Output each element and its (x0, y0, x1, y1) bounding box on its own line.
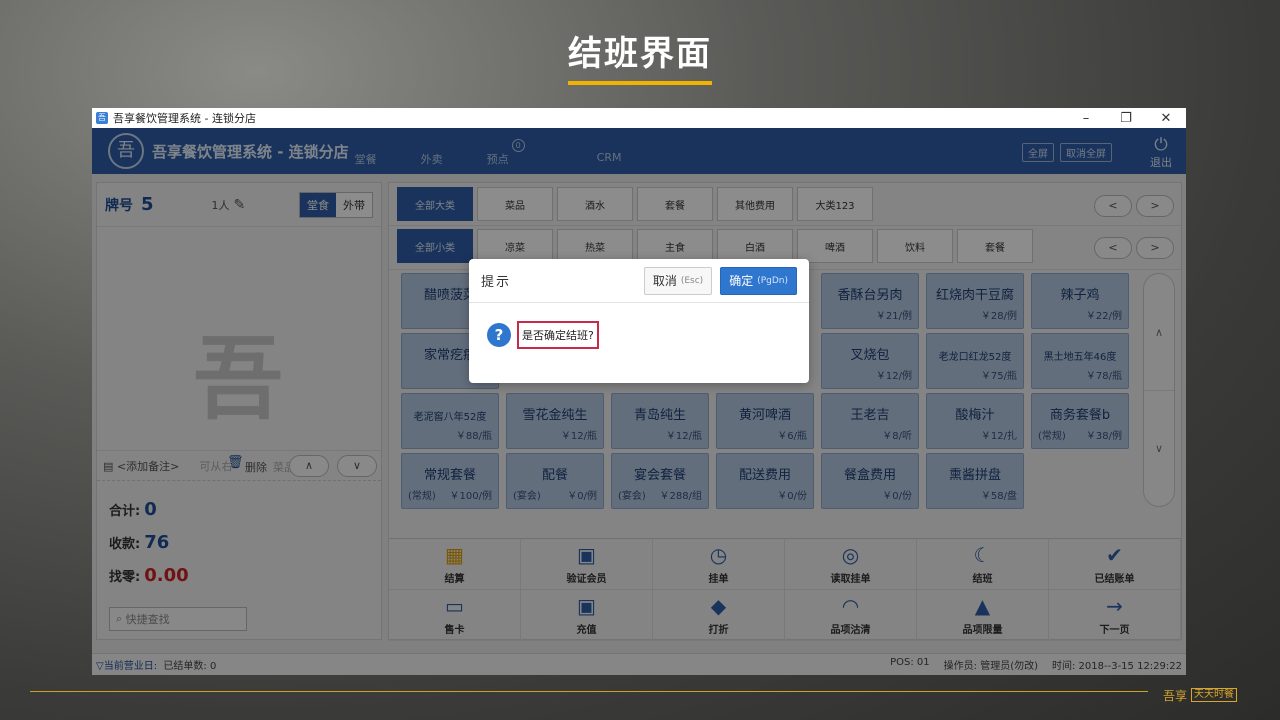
confirm-shift-dialog: 提示 取消 (Esc) 确定 (PgDn) ? 是否确定结班? (469, 259, 809, 383)
dialog-header: 提示 取消 (Esc) 确定 (PgDn) (469, 259, 809, 303)
corner-brand-a: 吾享 (1163, 688, 1188, 703)
close-button[interactable]: ✕ (1146, 111, 1186, 126)
dialog-body: ? 是否确定结班? (469, 303, 809, 349)
corner-brand-logo: 吾享 天天时餐 (1163, 682, 1253, 708)
corner-brand-b: 天天时餐 (1191, 688, 1238, 702)
confirm-shortcut: (PgDn) (757, 275, 788, 286)
modal-overlay (92, 128, 1186, 675)
restore-button[interactable]: ❐ (1106, 111, 1146, 126)
confirm-button[interactable]: 确定 (PgDn) (720, 266, 797, 295)
slide-title: 结班界面 (0, 26, 1280, 85)
dialog-title: 提示 (481, 275, 512, 290)
cancel-button[interactable]: 取消 (Esc) (643, 266, 713, 295)
cancel-shortcut: (Esc) (680, 275, 704, 286)
app-window: 吾 吾享餐饮管理系统 - 连锁分店 – ❐ ✕ 吾 吾享餐饮管理系统 - 连锁分… (92, 108, 1186, 675)
minimize-button[interactable]: – (1066, 111, 1106, 126)
confirm-label: 确定 (729, 274, 754, 288)
app-icon: 吾 (96, 112, 108, 124)
window-titlebar: 吾 吾享餐饮管理系统 - 连锁分店 – ❐ ✕ (92, 108, 1186, 128)
footer-rule (30, 691, 1148, 692)
dialog-message: 是否确定结班? (517, 321, 599, 349)
cancel-label: 取消 (652, 274, 677, 288)
question-icon: ? (487, 323, 511, 347)
window-title: 吾享餐饮管理系统 - 连锁分店 (113, 112, 256, 125)
